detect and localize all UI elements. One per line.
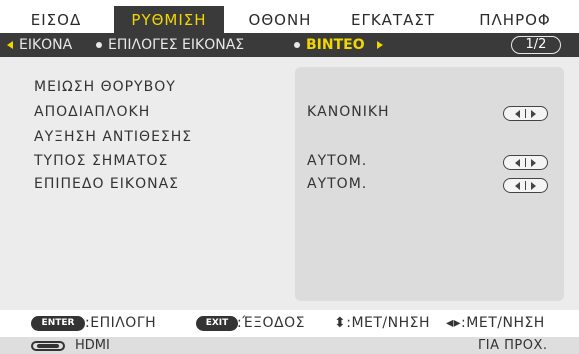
mode-label: ΓΙΑ ΠΡΟΧ.	[478, 338, 548, 353]
source-label: HDMI	[75, 338, 110, 353]
exit-key-icon: EXIT	[196, 316, 238, 331]
left-right-adjust-icon[interactable]	[503, 178, 548, 193]
key-guide: ENTER :ΕΠΙΛΟΓΗ EXIT :ΈΞΟΔΟΣ ⬍:ΜΕΤ/ΝΗΣΗ ◂…	[0, 310, 579, 337]
enter-key-icon: ENTER	[31, 316, 85, 331]
enter-hint: :ΕΠΙΛΟΓΗ	[85, 315, 157, 331]
updown-hint: ⬍:ΜΕΤ/ΝΗΣΗ	[334, 315, 431, 331]
status-bar: HDMI ΓΙΑ ΠΡΟΧ.	[0, 337, 579, 354]
breadcrumb-separator	[294, 42, 300, 48]
breadcrumb-item-picture[interactable]: ΕΙΚΟΝΑ	[19, 33, 72, 57]
tab-input[interactable]: ΕΙΣΟΔ	[18, 8, 94, 33]
breadcrumb-separator	[96, 42, 102, 48]
arrow-left-icon[interactable]	[7, 41, 13, 49]
tab-installation[interactable]: ΕΓΚΑΤΑΣΤ	[334, 8, 452, 33]
setting-signal-type-value: ΑΥΤΟΜ.	[307, 153, 368, 169]
breadcrumb-item-picture-options[interactable]: ΕΠΙΛΟΓΕΣ ΕΙΚΟΝΑΣ	[108, 33, 244, 57]
hdmi-connector-icon	[31, 341, 65, 351]
setting-signal-type[interactable]: ΤΥΠΟΣ ΣΗΜΑΤΟΣ	[34, 153, 168, 169]
arrow-right-icon[interactable]	[377, 41, 383, 49]
tab-setup[interactable]: ΡΥΘΜΙΣΗ	[114, 6, 224, 33]
settings-panel: ΜΕΙΩΣΗ ΘΟΡΥΒΟΥ ΑΠΟΔΙΑΠΛΟΚΗ ΚΑΝΟΝΙΚΗ ΑΥΞΗ…	[0, 57, 579, 310]
left-right-adjust-icon[interactable]	[503, 155, 548, 170]
exit-hint: :ΈΞΟΔΟΣ	[237, 315, 305, 331]
breadcrumb-item-video[interactable]: ΒΙΝΤΕΟ	[306, 33, 365, 57]
leftright-hint: ◂▸:ΜΕΤ/ΝΗΣΗ	[446, 315, 545, 331]
breadcrumb: ΕΙΚΟΝΑ ΕΠΙΛΟΓΕΣ ΕΙΚΟΝΑΣ ΒΙΝΤΕΟ 1/2	[0, 33, 579, 57]
setting-deinterlace-value: ΚΑΝΟΝΙΚΗ	[307, 104, 390, 120]
setting-contrast-enhancement[interactable]: ΑΥΞΗΣΗ ΑΝΤΙΘΕΣΗΣ	[34, 129, 192, 145]
setting-noise-reduction[interactable]: ΜΕΙΩΣΗ ΘΟΡΥΒΟΥ	[34, 79, 176, 95]
tab-screen[interactable]: ΟΘΟΝΗ	[238, 8, 322, 33]
page-indicator: 1/2	[511, 36, 561, 54]
tab-info[interactable]: ΠΛΗΡΟΦ	[469, 8, 561, 33]
menu-tab-bar: ΕΙΣΟΔ ΡΥΘΜΙΣΗ ΟΘΟΝΗ ΕΓΚΑΤΑΣΤ ΠΛΗΡΟΦ	[0, 0, 579, 33]
left-right-adjust-icon[interactable]	[503, 106, 548, 121]
setting-video-level[interactable]: ΕΠΙΠΕΔΟ ΕΙΚΟΝΑΣ	[34, 176, 179, 192]
setting-deinterlace[interactable]: ΑΠΟΔΙΑΠΛΟΚΗ	[34, 104, 150, 120]
setting-video-level-value: ΑΥΤΟΜ.	[307, 176, 368, 192]
